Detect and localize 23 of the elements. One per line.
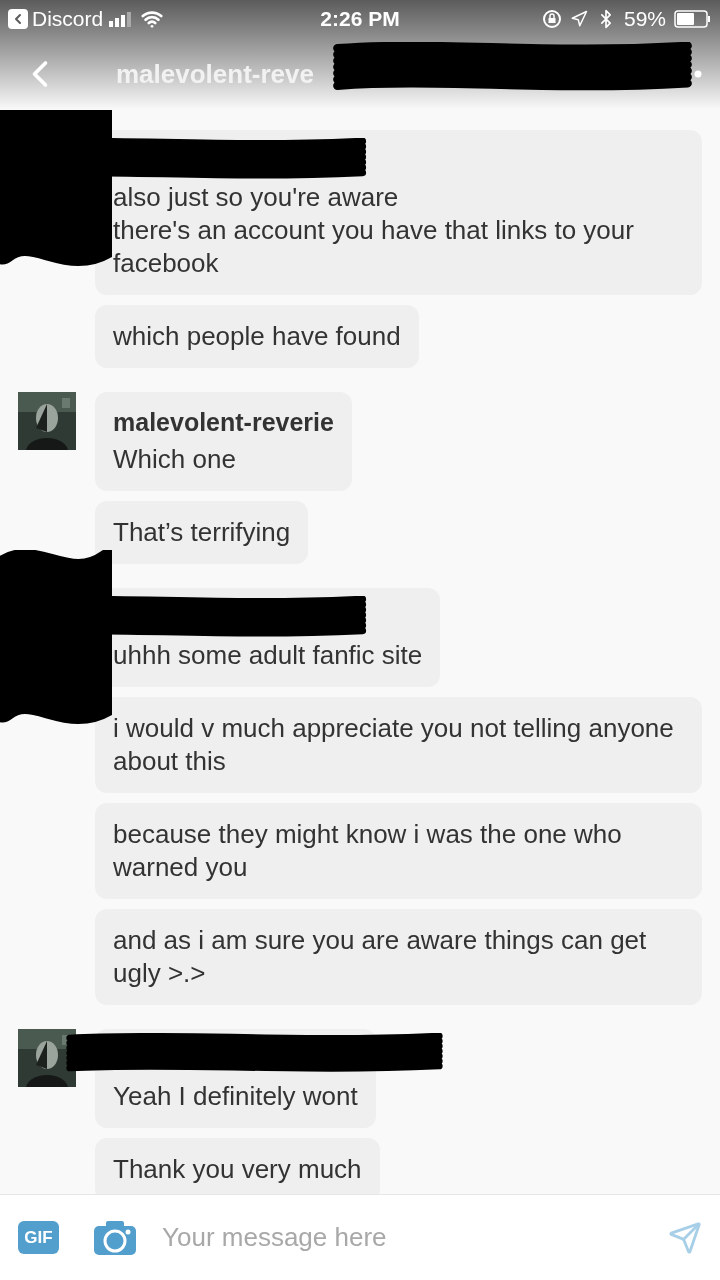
battery-percent: 59% [623, 6, 666, 33]
send-icon[interactable] [668, 1220, 702, 1255]
gif-button[interactable]: GIF [18, 1221, 59, 1254]
message-text: and as i am sure you are aware things can get ugly >.> [113, 924, 648, 990]
back-icon [8, 9, 28, 29]
status-time: 2:26 PM [319, 6, 401, 33]
message-text: because they might know i was the one who warned you [113, 818, 623, 884]
message-text: which people have found [113, 320, 401, 353]
message-text: Which one [113, 443, 237, 476]
battery-icon [674, 10, 712, 28]
wifi-icon [141, 8, 164, 30]
message-text: Thank you very much [113, 1153, 362, 1186]
message-text: also just so you're aware there's an account you have that links to your facebook [113, 181, 635, 280]
rotation-lock-icon [541, 9, 562, 29]
location-icon [569, 10, 588, 28]
message-text: uhhh some adult fanfic site [113, 639, 423, 672]
message-text: Yeah I definitely wont [113, 1080, 358, 1113]
back-app-button[interactable]: Discord [8, 3, 104, 35]
camera-icon[interactable] [94, 1220, 136, 1255]
message-text: That’s terrifying [113, 516, 291, 549]
message-text: i would v much appreciate you not telling anyone about this [113, 712, 675, 778]
sender-name: malevolent-reverie [113, 407, 334, 437]
chat-title: malevolent-reve [116, 57, 314, 91]
